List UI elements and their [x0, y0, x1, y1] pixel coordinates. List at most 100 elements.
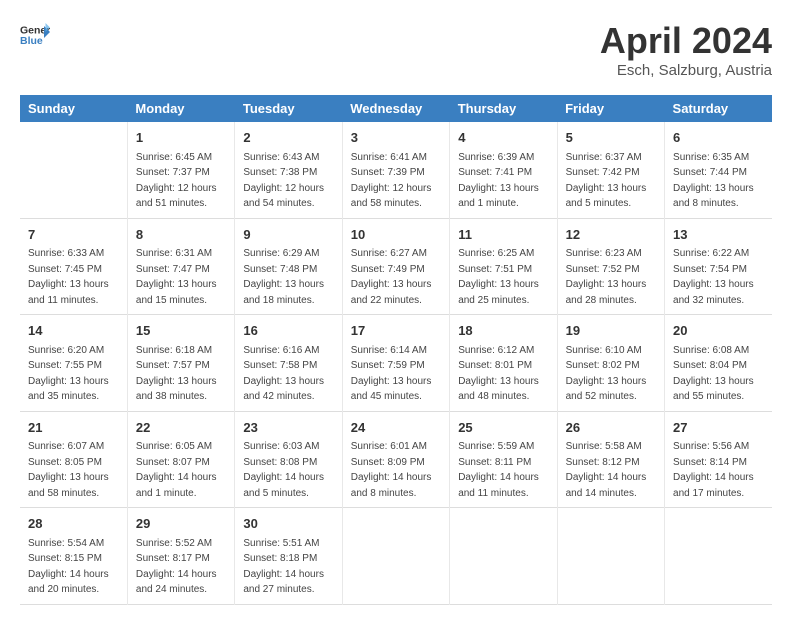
day-cell: 3Sunrise: 6:41 AM Sunset: 7:39 PM Daylig…: [342, 122, 449, 218]
day-info: Sunrise: 5:58 AM Sunset: 8:12 PM Dayligh…: [566, 439, 656, 501]
day-header-friday: Friday: [557, 95, 664, 122]
day-cell: 19Sunrise: 6:10 AM Sunset: 8:02 PM Dayli…: [557, 315, 664, 412]
page-header: General Blue April 2024 Esch, Salzburg, …: [20, 20, 772, 79]
day-info: Sunrise: 5:59 AM Sunset: 8:11 PM Dayligh…: [458, 439, 548, 501]
day-number: 26: [566, 418, 656, 438]
day-info: Sunrise: 6:14 AM Sunset: 7:59 PM Dayligh…: [351, 343, 441, 405]
day-cell: 8Sunrise: 6:31 AM Sunset: 7:47 PM Daylig…: [127, 218, 234, 315]
day-cell: 12Sunrise: 6:23 AM Sunset: 7:52 PM Dayli…: [557, 218, 664, 315]
day-cell: 17Sunrise: 6:14 AM Sunset: 7:59 PM Dayli…: [342, 315, 449, 412]
day-number: 30: [243, 514, 333, 534]
day-info: Sunrise: 6:29 AM Sunset: 7:48 PM Dayligh…: [243, 246, 333, 308]
day-number: 25: [458, 418, 548, 438]
logo-icon: General Blue: [20, 20, 50, 50]
day-cell: 13Sunrise: 6:22 AM Sunset: 7:54 PM Dayli…: [665, 218, 772, 315]
calendar-title: April 2024: [600, 20, 772, 62]
day-info: Sunrise: 6:10 AM Sunset: 8:02 PM Dayligh…: [566, 343, 656, 405]
day-number: 7: [28, 225, 119, 245]
day-info: Sunrise: 6:33 AM Sunset: 7:45 PM Dayligh…: [28, 246, 119, 308]
day-header-tuesday: Tuesday: [235, 95, 342, 122]
day-header-thursday: Thursday: [450, 95, 557, 122]
day-cell: [20, 122, 127, 218]
day-cell: 6Sunrise: 6:35 AM Sunset: 7:44 PM Daylig…: [665, 122, 772, 218]
day-cell: 21Sunrise: 6:07 AM Sunset: 8:05 PM Dayli…: [20, 411, 127, 508]
day-info: Sunrise: 6:41 AM Sunset: 7:39 PM Dayligh…: [351, 150, 441, 212]
day-number: 28: [28, 514, 119, 534]
day-info: Sunrise: 6:05 AM Sunset: 8:07 PM Dayligh…: [136, 439, 226, 501]
day-cell: [450, 508, 557, 605]
day-info: Sunrise: 6:01 AM Sunset: 8:09 PM Dayligh…: [351, 439, 441, 501]
day-cell: 9Sunrise: 6:29 AM Sunset: 7:48 PM Daylig…: [235, 218, 342, 315]
day-number: 15: [136, 321, 226, 341]
day-cell: 29Sunrise: 5:52 AM Sunset: 8:17 PM Dayli…: [127, 508, 234, 605]
day-info: Sunrise: 5:52 AM Sunset: 8:17 PM Dayligh…: [136, 536, 226, 598]
day-info: Sunrise: 6:08 AM Sunset: 8:04 PM Dayligh…: [673, 343, 764, 405]
day-header-monday: Monday: [127, 95, 234, 122]
day-number: 17: [351, 321, 441, 341]
day-cell: 26Sunrise: 5:58 AM Sunset: 8:12 PM Dayli…: [557, 411, 664, 508]
day-cell: 7Sunrise: 6:33 AM Sunset: 7:45 PM Daylig…: [20, 218, 127, 315]
day-info: Sunrise: 5:56 AM Sunset: 8:14 PM Dayligh…: [673, 439, 764, 501]
day-number: 16: [243, 321, 333, 341]
day-cell: 11Sunrise: 6:25 AM Sunset: 7:51 PM Dayli…: [450, 218, 557, 315]
calendar-table: SundayMondayTuesdayWednesdayThursdayFrid…: [20, 95, 772, 605]
day-cell: [557, 508, 664, 605]
day-cell: 27Sunrise: 5:56 AM Sunset: 8:14 PM Dayli…: [665, 411, 772, 508]
calendar-location: Esch, Salzburg, Austria: [600, 62, 772, 79]
day-number: 13: [673, 225, 764, 245]
day-info: Sunrise: 6:03 AM Sunset: 8:08 PM Dayligh…: [243, 439, 333, 501]
day-number: 21: [28, 418, 119, 438]
day-info: Sunrise: 5:51 AM Sunset: 8:18 PM Dayligh…: [243, 536, 333, 598]
day-cell: 4Sunrise: 6:39 AM Sunset: 7:41 PM Daylig…: [450, 122, 557, 218]
day-cell: 20Sunrise: 6:08 AM Sunset: 8:04 PM Dayli…: [665, 315, 772, 412]
day-cell: 5Sunrise: 6:37 AM Sunset: 7:42 PM Daylig…: [557, 122, 664, 218]
day-cell: 10Sunrise: 6:27 AM Sunset: 7:49 PM Dayli…: [342, 218, 449, 315]
day-cell: 16Sunrise: 6:16 AM Sunset: 7:58 PM Dayli…: [235, 315, 342, 412]
day-number: 24: [351, 418, 441, 438]
day-number: 11: [458, 225, 548, 245]
day-number: 9: [243, 225, 333, 245]
day-header-sunday: Sunday: [20, 95, 127, 122]
day-info: Sunrise: 6:22 AM Sunset: 7:54 PM Dayligh…: [673, 246, 764, 308]
day-cell: 18Sunrise: 6:12 AM Sunset: 8:01 PM Dayli…: [450, 315, 557, 412]
week-row-1: 1Sunrise: 6:45 AM Sunset: 7:37 PM Daylig…: [20, 122, 772, 218]
day-info: Sunrise: 6:20 AM Sunset: 7:55 PM Dayligh…: [28, 343, 119, 405]
day-info: Sunrise: 6:31 AM Sunset: 7:47 PM Dayligh…: [136, 246, 226, 308]
day-cell: 14Sunrise: 6:20 AM Sunset: 7:55 PM Dayli…: [20, 315, 127, 412]
day-cell: 28Sunrise: 5:54 AM Sunset: 8:15 PM Dayli…: [20, 508, 127, 605]
day-info: Sunrise: 6:07 AM Sunset: 8:05 PM Dayligh…: [28, 439, 119, 501]
day-cell: 15Sunrise: 6:18 AM Sunset: 7:57 PM Dayli…: [127, 315, 234, 412]
day-number: 3: [351, 128, 441, 148]
title-block: April 2024 Esch, Salzburg, Austria: [600, 20, 772, 79]
day-number: 5: [566, 128, 656, 148]
day-cell: 30Sunrise: 5:51 AM Sunset: 8:18 PM Dayli…: [235, 508, 342, 605]
day-cell: 25Sunrise: 5:59 AM Sunset: 8:11 PM Dayli…: [450, 411, 557, 508]
day-header-wednesday: Wednesday: [342, 95, 449, 122]
day-number: 12: [566, 225, 656, 245]
day-number: 19: [566, 321, 656, 341]
day-number: 29: [136, 514, 226, 534]
day-cell: [342, 508, 449, 605]
day-number: 10: [351, 225, 441, 245]
day-header-saturday: Saturday: [665, 95, 772, 122]
day-info: Sunrise: 6:16 AM Sunset: 7:58 PM Dayligh…: [243, 343, 333, 405]
day-number: 23: [243, 418, 333, 438]
day-info: Sunrise: 6:35 AM Sunset: 7:44 PM Dayligh…: [673, 150, 764, 212]
day-cell: 24Sunrise: 6:01 AM Sunset: 8:09 PM Dayli…: [342, 411, 449, 508]
day-info: Sunrise: 6:37 AM Sunset: 7:42 PM Dayligh…: [566, 150, 656, 212]
day-number: 8: [136, 225, 226, 245]
day-info: Sunrise: 6:43 AM Sunset: 7:38 PM Dayligh…: [243, 150, 333, 212]
day-cell: 2Sunrise: 6:43 AM Sunset: 7:38 PM Daylig…: [235, 122, 342, 218]
day-cell: 23Sunrise: 6:03 AM Sunset: 8:08 PM Dayli…: [235, 411, 342, 508]
day-number: 1: [136, 128, 226, 148]
week-row-4: 21Sunrise: 6:07 AM Sunset: 8:05 PM Dayli…: [20, 411, 772, 508]
day-info: Sunrise: 6:27 AM Sunset: 7:49 PM Dayligh…: [351, 246, 441, 308]
day-info: Sunrise: 5:54 AM Sunset: 8:15 PM Dayligh…: [28, 536, 119, 598]
day-cell: [665, 508, 772, 605]
day-cell: 22Sunrise: 6:05 AM Sunset: 8:07 PM Dayli…: [127, 411, 234, 508]
day-number: 20: [673, 321, 764, 341]
logo: General Blue: [20, 20, 50, 50]
day-info: Sunrise: 6:39 AM Sunset: 7:41 PM Dayligh…: [458, 150, 548, 212]
day-number: 2: [243, 128, 333, 148]
days-header-row: SundayMondayTuesdayWednesdayThursdayFrid…: [20, 95, 772, 122]
